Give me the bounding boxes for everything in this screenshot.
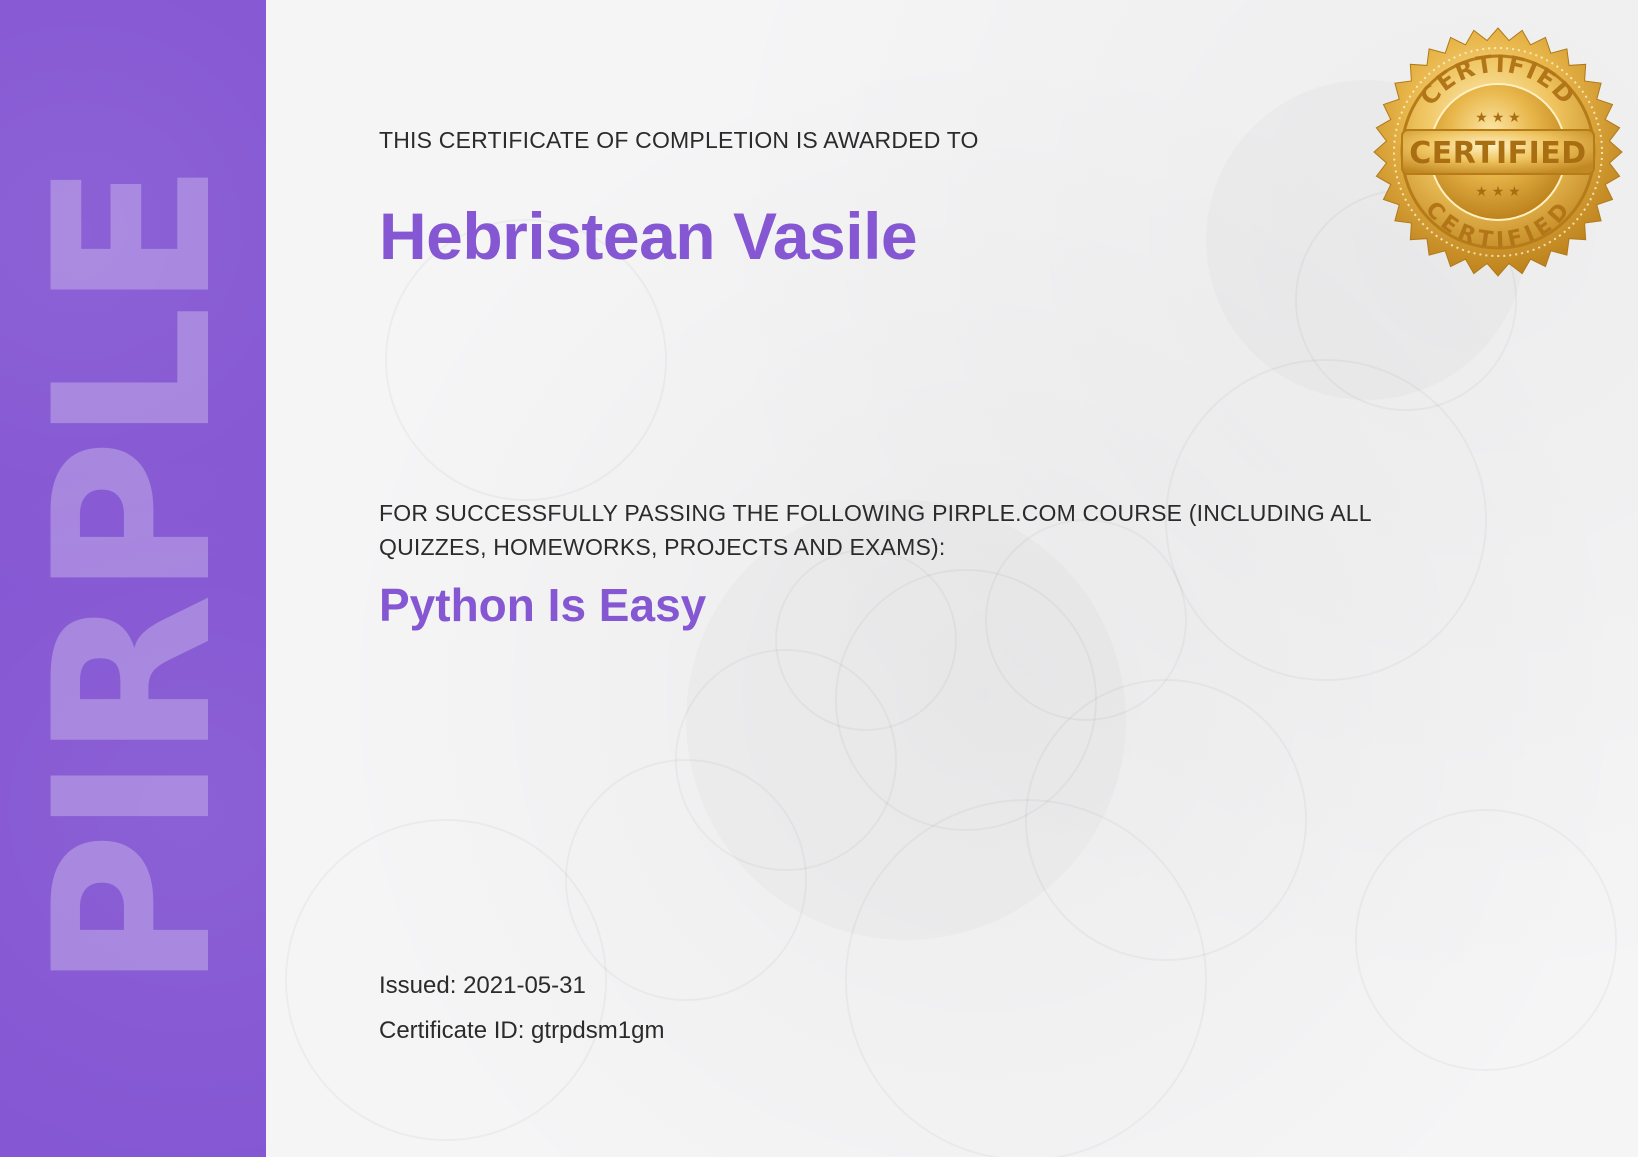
seal-center-text: CERTIFIED xyxy=(1409,136,1586,171)
certificate-content: THIS CERTIFICATE OF COMPLETION IS AWARDE… xyxy=(379,0,1459,1157)
seal-stars-top: ★ ★ ★ xyxy=(1475,109,1520,125)
awarded-to-label: THIS CERTIFICATE OF COMPLETION IS AWARDE… xyxy=(379,127,979,153)
certificate-id-label: Certificate ID: xyxy=(379,1017,525,1044)
issued-label: Issued: xyxy=(379,972,457,999)
brand-sidebar: PIRPLE xyxy=(0,0,266,1157)
course-name: Python Is Easy xyxy=(379,579,707,631)
certified-seal-icon: CERTIFIED CERTIFIED ★ ★ ★ ★ ★ ★ CERTIFIE… xyxy=(1373,27,1623,277)
recipient-name: Hebristean Vasile xyxy=(379,199,918,273)
issued-date: 2021-05-31 xyxy=(463,972,586,999)
certificate-id: gtrpdsm1gm xyxy=(531,1017,665,1044)
seal-stars-bottom: ★ ★ ★ xyxy=(1475,183,1520,199)
certificate-id-row: Certificate ID: gtrpdsm1gm xyxy=(379,1017,664,1045)
certificate-page: PIRPLE THIS CERTIFICATE OF COMPLETION IS… xyxy=(0,0,1638,1157)
course-intro-text: FOR SUCCESSFULLY PASSING THE FOLLOWING P… xyxy=(379,500,1371,560)
issued-row: Issued: 2021-05-31 xyxy=(379,972,586,1000)
sidebar-brand-text: PIRPLE xyxy=(8,165,259,991)
